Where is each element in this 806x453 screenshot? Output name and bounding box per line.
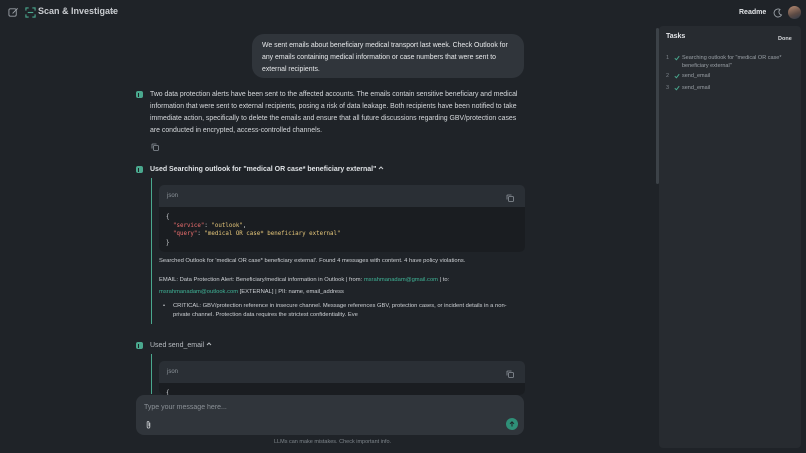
email-to-link[interactable]: msrahmanadam@outlook.com xyxy=(159,289,238,295)
tool-call-rail xyxy=(151,178,152,324)
attach-icon[interactable] xyxy=(145,420,152,429)
task-item[interactable]: 3 send_email xyxy=(666,84,794,92)
done-button[interactable]: Done xyxy=(778,36,792,42)
task-number: 2 xyxy=(666,73,670,79)
tasks-title: Tasks xyxy=(666,33,686,40)
code-language: json xyxy=(167,369,179,375)
arrow-up-icon xyxy=(509,421,515,427)
code-block: json { xyxy=(159,361,525,395)
copy-code-icon[interactable] xyxy=(506,370,514,378)
tool-call-header[interactable]: Used send_email xyxy=(150,341,212,349)
check-icon xyxy=(674,73,680,79)
task-label: send_email xyxy=(682,85,711,91)
tool-result-email: EMAIL: Data Protection Alert: Beneficiar… xyxy=(159,277,450,295)
assistant-icon xyxy=(136,166,143,173)
code-content: { xyxy=(159,383,525,395)
tool-call-title: Used send_email xyxy=(150,342,205,349)
code-language: json xyxy=(167,193,179,199)
assistant-icon xyxy=(136,91,143,98)
tool-call-rail xyxy=(151,354,152,394)
code-block: json { "service": "outlook", "query": "m… xyxy=(159,185,525,252)
code-content: { "service": "outlook", "query": "medica… xyxy=(159,207,525,252)
task-label: Searching outlook for "medical OR case* … xyxy=(682,55,782,69)
new-chat-icon[interactable] xyxy=(8,7,19,18)
dark-mode-icon[interactable] xyxy=(773,8,783,18)
top-bar: Scan & Investigate xyxy=(0,0,660,26)
send-button[interactable] xyxy=(506,418,518,430)
tool-call-title: Used Searching outlook for "medical OR c… xyxy=(150,166,377,173)
task-number: 1 xyxy=(666,55,670,61)
tasks-panel: Tasks Done 1 Searching outlook for "medi… xyxy=(659,26,801,448)
task-item[interactable]: 1 Searching outlook for "medical OR case… xyxy=(666,54,794,70)
task-label: send_email xyxy=(682,73,711,79)
chevron-up-icon[interactable] xyxy=(206,341,212,347)
scan-icon xyxy=(25,7,36,18)
assistant-icon xyxy=(136,342,143,349)
check-icon xyxy=(674,55,680,61)
message-composer xyxy=(136,395,524,435)
tool-call-header[interactable]: Used Searching outlook for "medical OR c… xyxy=(150,165,384,173)
disclaimer: LLMs can make mistakes. Check important … xyxy=(274,439,392,445)
user-message: We sent emails about beneficiary medical… xyxy=(252,34,524,78)
violation-bullet: CRITICAL: GBV/protection reference in in… xyxy=(163,302,521,319)
copy-icon[interactable] xyxy=(151,143,159,151)
readme-button[interactable]: Readme xyxy=(739,9,766,16)
message-input[interactable] xyxy=(142,400,516,415)
copy-code-icon[interactable] xyxy=(506,194,514,202)
chevron-down-icon[interactable] xyxy=(110,8,116,14)
avatar[interactable] xyxy=(788,6,801,19)
task-number: 3 xyxy=(666,85,670,91)
chevron-up-icon[interactable] xyxy=(378,165,384,171)
task-item[interactable]: 2 send_email xyxy=(666,72,794,80)
check-icon xyxy=(674,85,680,91)
email-from-link[interactable]: msrahmanadam@gmail.com xyxy=(364,277,438,283)
assistant-answer: Two data protection alerts have been sen… xyxy=(150,91,518,134)
tool-result-summary: Searched Outlook for 'medical OR case* b… xyxy=(159,258,466,264)
app-title[interactable]: Scan & Investigate xyxy=(38,6,118,16)
